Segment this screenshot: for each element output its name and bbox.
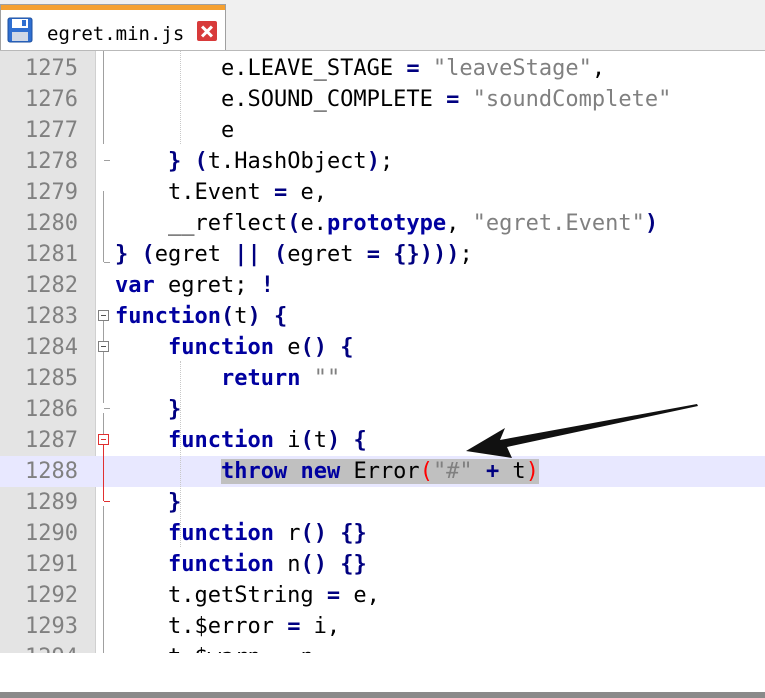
tab-active-indicator	[1, 5, 225, 10]
line-number: 1279	[25, 180, 78, 205]
line-number: 1283	[25, 304, 78, 329]
line-number: 1276	[25, 87, 78, 112]
line-number: 1278	[25, 149, 78, 174]
code-text[interactable]: } (t.HashObject);	[115, 146, 393, 177]
code-text[interactable]: t.$error = i,	[115, 611, 340, 642]
code-text[interactable]: }	[115, 487, 181, 518]
code-line[interactable]: 1280 __reflect(e.prototype, "egret.Event…	[0, 208, 765, 239]
code-line[interactable]: 1277 e	[0, 115, 765, 146]
line-number: 1282	[25, 273, 78, 298]
line-number: 1290	[25, 521, 78, 546]
line-number: 1288	[25, 459, 78, 484]
code-line[interactable]: 1294 t.$warn = n,	[0, 642, 765, 653]
code-editor[interactable]: 1275 e.LEAVE_STAGE = "leaveStage", 1276 e…	[0, 51, 765, 653]
code-line[interactable]: 1283 function(t) {	[0, 301, 765, 332]
tab-egret-min-js[interactable]: egret.min.js	[0, 4, 226, 50]
code-text[interactable]: t.Event = e,	[115, 177, 327, 208]
fold-end	[104, 160, 110, 161]
code-line[interactable]: 1289 }	[0, 487, 765, 518]
save-disk-icon	[7, 17, 33, 43]
line-number: 1291	[25, 552, 78, 577]
code-line[interactable]: 1278 } (t.HashObject);	[0, 146, 765, 177]
fold-toggle-icon[interactable]	[98, 434, 109, 445]
line-number: 1277	[25, 118, 78, 143]
code-text[interactable]: function e() {	[115, 332, 353, 363]
line-number: 1292	[25, 583, 78, 608]
line-number: 1281	[25, 242, 78, 267]
code-text[interactable]: __reflect(e.prototype, "egret.Event")	[115, 208, 658, 239]
line-number: 1294	[0, 642, 78, 653]
line-number: 1286	[25, 397, 78, 422]
code-text[interactable]: function i(t) {	[115, 425, 367, 456]
indent-guide	[180, 361, 181, 547]
fold-line-active	[103, 445, 104, 501]
line-number: 1287	[25, 428, 78, 453]
fold-line	[103, 191, 104, 262]
code-line[interactable]: 1275 e.LEAVE_STAGE = "leaveStage",	[0, 53, 765, 84]
fold-end	[104, 408, 110, 409]
code-text[interactable]: } (egret || (egret = {})));	[115, 239, 473, 270]
code-text[interactable]: throw new Error("#" + t)	[115, 456, 539, 487]
code-text[interactable]: t.$warn = n,	[115, 642, 327, 653]
code-line[interactable]: 1284 function e() {	[0, 332, 765, 363]
code-text[interactable]: e.LEAVE_STAGE = "leaveStage",	[115, 53, 605, 84]
code-line[interactable]: 1287 function i(t) {	[0, 425, 765, 456]
fold-toggle-icon[interactable]	[98, 341, 109, 352]
code-line[interactable]: 1292 t.getString = e,	[0, 580, 765, 611]
code-text[interactable]: function(t) {	[115, 301, 287, 332]
line-number: 1293	[25, 614, 78, 639]
code-text[interactable]: t.getString = e,	[115, 580, 380, 611]
code-text[interactable]: function r() {}	[115, 518, 367, 549]
code-text[interactable]: var egret; !	[115, 270, 274, 301]
fold-toggle-icon[interactable]	[98, 310, 109, 321]
fold-line	[103, 506, 104, 653]
tab-label: egret.min.js	[47, 23, 185, 45]
code-line[interactable]: 1281 } (egret || (egret = {})));	[0, 239, 765, 270]
code-text[interactable]: function n() {}	[115, 549, 367, 580]
code-line[interactable]: 1286 }	[0, 394, 765, 425]
code-line[interactable]: 1285 return ""	[0, 363, 765, 394]
code-line[interactable]: 1279 t.Event = e,	[0, 177, 765, 208]
code-line-current[interactable]: 1288 throw new Error("#" + t)	[0, 456, 765, 487]
code-text[interactable]: }	[115, 394, 181, 425]
fold-line	[103, 51, 104, 144]
fold-line	[103, 321, 104, 341]
fold-line	[103, 413, 104, 434]
code-text[interactable]: e	[115, 115, 234, 146]
line-number: 1280	[25, 211, 78, 236]
code-line[interactable]: 1291 function n() {}	[0, 549, 765, 580]
code-line[interactable]: 1276 e.SOUND_COMPLETE = "soundComplete"	[0, 84, 765, 115]
line-number: 1289	[25, 490, 78, 515]
bottom-edge	[0, 692, 765, 698]
line-number: 1275	[25, 56, 78, 81]
close-icon[interactable]	[197, 21, 217, 41]
code-line[interactable]: 1282 var egret; !	[0, 270, 765, 301]
fold-line	[103, 352, 104, 403]
fold-end	[104, 262, 110, 263]
indent-guide	[180, 51, 181, 144]
fold-end-active	[104, 501, 110, 502]
line-number: 1284	[25, 335, 78, 360]
code-line[interactable]: 1293 t.$error = i,	[0, 611, 765, 642]
line-number: 1285	[25, 366, 78, 391]
code-line[interactable]: 1290 function r() {}	[0, 518, 765, 549]
code-text[interactable]: e.SOUND_COMPLETE = "soundComplete"	[115, 84, 671, 115]
tab-bar: egret.min.js	[0, 0, 765, 51]
code-text[interactable]: return ""	[115, 363, 340, 394]
